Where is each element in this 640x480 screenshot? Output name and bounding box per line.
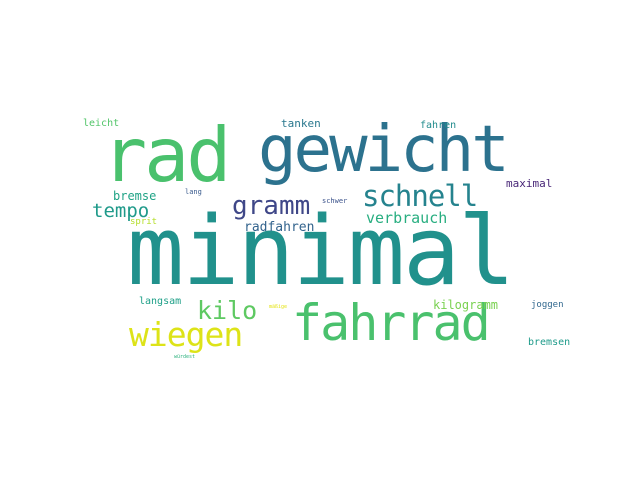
word-wuerdest: würdest [174,354,196,360]
word-gramm: gramm [232,191,311,221]
word-minimal: minimal [127,197,515,307]
word-kilo: kilo [197,296,258,325]
word-schnell: schnell [362,179,478,213]
word-bremsen: bremsen [528,337,571,348]
word-rad: rad [102,111,231,199]
word-fahren: fahren [420,120,457,131]
word-tanken: tanken [281,117,321,130]
word-schwer: schwer [322,197,348,205]
word-maessig: mäßige [269,304,288,310]
word-lang: lang [185,188,202,196]
word-sprit: sprit [130,217,158,227]
word-kilogramm: kilogramm [433,298,499,312]
word-joggen: joggen [531,300,564,310]
word-bremse: bremse [113,189,157,203]
word-langsam: langsam [139,296,182,307]
word-radfahren: radfahren [244,220,315,235]
word-leicht: leicht [83,118,120,129]
word-verbrauch: verbrauch [366,209,448,227]
word-maximal: maximal [506,177,553,190]
